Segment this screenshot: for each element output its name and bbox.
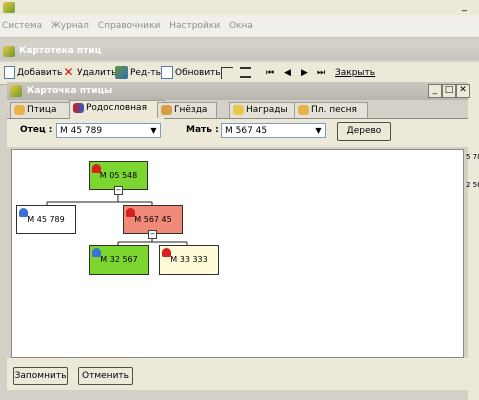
tree-connectors: [46, 190, 188, 246]
bird-icon: [14, 105, 25, 115]
female-bird-icon: [92, 164, 101, 173]
father-label: Отец :: [20, 125, 53, 135]
parents-form: Отец : М 45 789 ▼ Мать : М 567 45 ▼ Дере…: [7, 119, 468, 147]
tree-view-icon[interactable]: [221, 67, 233, 79]
add-button[interactable]: Добавить: [4, 62, 62, 84]
background-grid-peek: 5 78 2 56: [466, 62, 479, 400]
add-label: Добавить: [17, 68, 63, 78]
refresh-icon: [161, 66, 173, 79]
card-window-titlebar: Картотека птиц: [0, 43, 479, 60]
tree-node-mother-label: М 567 45: [134, 215, 172, 224]
tab-nests-label: Гнёзда: [174, 105, 208, 115]
app-titlebar: _: [0, 0, 479, 15]
last-record-icon[interactable]: ⏭: [317, 66, 325, 80]
peek-value-1: 5 78: [466, 153, 479, 161]
tree-node-child-2-label: М 33 333: [170, 255, 208, 264]
tab-awards[interactable]: Награды: [229, 102, 299, 118]
menu-bar: Система Журнал Справочники Настройки Окн…: [0, 15, 479, 38]
tab-nests[interactable]: Гнёзда: [157, 102, 217, 118]
tree-node-father-label: М 45 789: [27, 215, 65, 224]
document-icon: [4, 66, 15, 79]
tree-button[interactable]: Дерево: [337, 122, 391, 141]
pedigree-icon: [73, 103, 84, 113]
tab-song-label: Пл. песня: [311, 105, 357, 115]
award-icon: [233, 105, 244, 115]
pencil-icon: [10, 85, 22, 97]
delete-button[interactable]: ✕ Удалить: [62, 62, 116, 84]
chevron-down-icon[interactable]: ▼: [312, 124, 325, 137]
save-button[interactable]: Запомнить: [13, 367, 68, 385]
tab-bird-label: Птица: [27, 105, 57, 115]
edit-button[interactable]: Ред-ть: [115, 62, 161, 84]
tab-awards-label: Награды: [246, 105, 288, 115]
refresh-button[interactable]: Обновить: [161, 62, 221, 84]
prev-record-icon[interactable]: ◀: [284, 66, 291, 80]
tab-pedigree[interactable]: Родословная: [69, 100, 165, 119]
minimize-button[interactable]: _: [428, 84, 442, 98]
song-icon: [298, 105, 309, 115]
menu-system[interactable]: Система: [2, 15, 42, 37]
tabs-row: Птица Родословная Гнёзда Награды Пл. пес…: [7, 100, 468, 119]
mother-label: Мать :: [186, 125, 219, 135]
menu-windows[interactable]: Окна: [229, 15, 253, 37]
next-record-icon[interactable]: ▶: [301, 66, 308, 80]
bird-card-titlebar: Карточка птицы _ □ ✕: [7, 82, 470, 100]
pencil-icon: [3, 46, 15, 57]
edit-icon: [115, 66, 128, 79]
maximize-button[interactable]: □: [442, 84, 456, 98]
card-window-title: Картотека птиц: [19, 46, 102, 56]
male-bird-icon: [19, 208, 28, 217]
delete-label: Удалить: [77, 68, 117, 78]
chevron-down-icon[interactable]: ▼: [147, 124, 160, 137]
mother-value: М 567 45: [225, 126, 268, 136]
menu-journal[interactable]: Журнал: [51, 15, 89, 37]
pedigree-tree-canvas: М 05 548 − М 45 789 М 567 45 − М 32 567 …: [11, 149, 464, 358]
tree-node-child-1[interactable]: М 32 567: [89, 245, 149, 275]
close-window-button[interactable]: ✕: [456, 84, 470, 98]
menu-settings[interactable]: Настройки: [169, 15, 220, 37]
first-record-icon[interactable]: ⏮: [266, 66, 274, 80]
menu-references[interactable]: Справочники: [98, 15, 161, 37]
mother-select[interactable]: М 567 45 ▼: [221, 123, 326, 138]
collapse-mother-icon[interactable]: −: [148, 230, 157, 239]
father-select[interactable]: М 45 789 ▼: [56, 123, 161, 138]
tab-pedigree-label: Родословная: [86, 103, 147, 113]
tree-node-child-2[interactable]: М 33 333: [159, 245, 219, 275]
minimize-app-button[interactable]: _: [462, 2, 467, 12]
father-value: М 45 789: [60, 126, 103, 136]
close-button[interactable]: Закрыть: [335, 62, 375, 84]
tab-bird[interactable]: Птица: [10, 102, 74, 118]
edit-label: Ред-ть: [130, 68, 161, 78]
refresh-label: Обновить: [175, 68, 221, 78]
pencil-app-icon: [3, 2, 15, 13]
peek-value-2: 2 56: [466, 181, 479, 189]
nest-icon: [161, 105, 172, 115]
tree-node-child-1-label: М 32 567: [100, 255, 138, 264]
female-bird-icon: [126, 208, 135, 217]
male-bird-icon: [92, 248, 101, 257]
collapse-root-icon[interactable]: −: [114, 186, 123, 195]
tree-node-father[interactable]: М 45 789: [16, 205, 76, 234]
list-view-icon[interactable]: [240, 67, 251, 78]
female-bird-icon: [162, 248, 171, 257]
bird-card-title: Карточка птицы: [27, 86, 113, 96]
tree-node-root-label: М 05 548: [99, 171, 138, 180]
cancel-button[interactable]: Отменить: [78, 367, 133, 385]
tab-song[interactable]: Пл. песня: [294, 102, 368, 118]
delete-x-icon: ✕: [63, 65, 74, 79]
dialog-buttons: Запомнить Отменить: [7, 358, 468, 390]
